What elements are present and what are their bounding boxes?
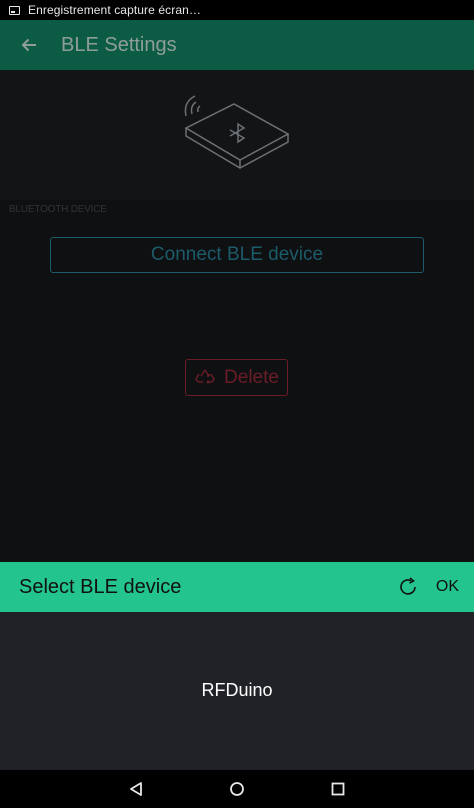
sheet-title: Select BLE device — [19, 575, 182, 598]
nav-home-button[interactable] — [227, 779, 247, 799]
device-list: RFDuino — [0, 612, 474, 770]
page-title: BLE Settings — [61, 33, 177, 56]
nav-back-button[interactable] — [126, 779, 146, 799]
connect-ble-button[interactable]: Connect BLE device — [50, 237, 424, 273]
device-name: RFDuino — [201, 679, 273, 700]
list-item[interactable]: RFDuino — [0, 670, 474, 710]
section-label: BLUETOOTH DEVICE — [9, 204, 107, 215]
arrow-left-icon — [21, 38, 36, 52]
status-bar: Enregistrement capture écran… — [0, 0, 474, 20]
back-button[interactable] — [17, 33, 41, 57]
delete-button[interactable]: Delete — [185, 359, 288, 396]
settings-screen: BLE Settings BLUETOOTH DEVICE Connect BL… — [0, 20, 474, 562]
ok-button[interactable]: OK — [436, 578, 459, 596]
refresh-icon — [400, 577, 416, 595]
nav-recents-button[interactable] — [328, 779, 348, 799]
delete-label: Delete — [224, 366, 279, 388]
select-device-header: Select BLE device OK — [0, 562, 474, 612]
status-text: Enregistrement capture écran… — [28, 3, 201, 17]
ble-device-icon — [184, 95, 290, 169]
refresh-button[interactable] — [396, 575, 420, 599]
nav-bar — [0, 770, 474, 808]
nav-recents-icon — [331, 782, 345, 796]
hero-banner — [0, 70, 474, 200]
screen: Enregistrement capture écran… BLE Settin… — [0, 0, 474, 808]
nav-home-icon — [230, 782, 244, 796]
nav-back-icon — [130, 782, 142, 796]
screenshot-icon — [9, 5, 20, 15]
recycle-icon — [195, 369, 215, 384]
app-bar: BLE Settings — [0, 20, 474, 70]
